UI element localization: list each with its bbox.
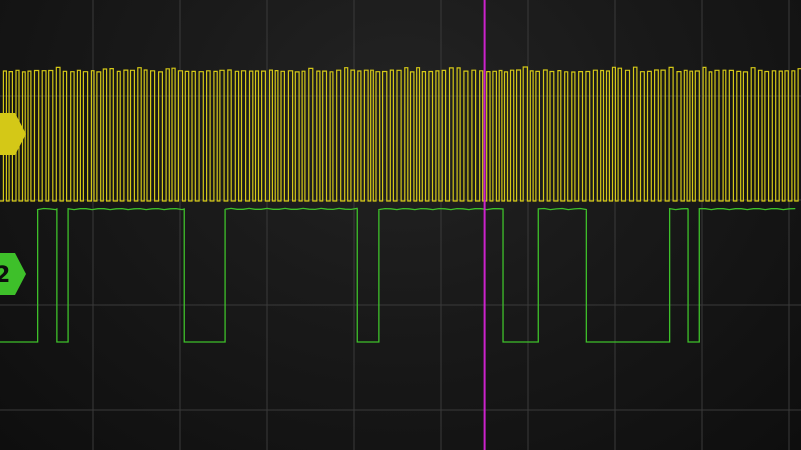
channel-2-trace	[0, 207, 796, 343]
channel-1-trace	[0, 66, 801, 202]
oscilloscope-display: 2	[0, 0, 801, 450]
channel-2-waveform	[0, 207, 796, 343]
channel-2-marker-icon[interactable]: 2	[0, 253, 26, 295]
channel-1-waveform	[0, 66, 801, 202]
graticule-grid	[0, 0, 801, 450]
channel-2-label: 2	[0, 263, 10, 288]
waveform-canvas: 2	[0, 0, 801, 450]
